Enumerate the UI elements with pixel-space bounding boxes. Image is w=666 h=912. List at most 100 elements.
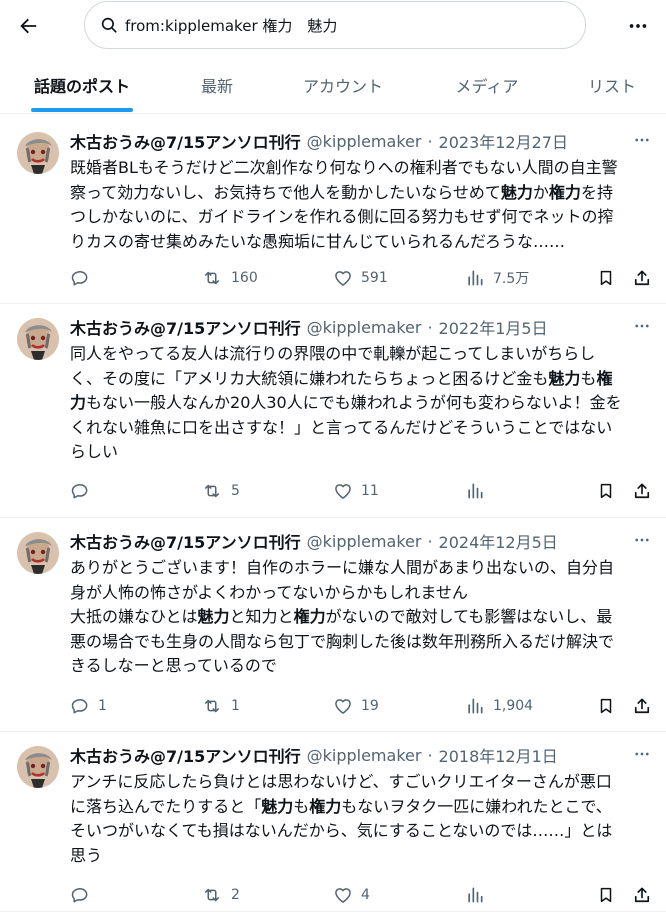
- tab-lists[interactable]: リスト: [574, 56, 650, 114]
- highlighted-term: 権力: [293, 607, 326, 626]
- text-segment: と知力と: [229, 607, 294, 626]
- post-text-line: く、その度に「アメリカ大統領に嫌われたらちょっと困るけど金も魅力も権: [70, 367, 650, 392]
- share-button[interactable]: [632, 263, 652, 293]
- reply-button[interactable]: [70, 880, 90, 910]
- author-name[interactable]: 木古おうみ@7/15アンソロ刊行: [70, 315, 301, 339]
- text-segment: アンチに反応したら負けとは思わないけど、すごいクリエイターさんが悪口: [70, 772, 612, 791]
- author-name[interactable]: 木古おうみ@7/15アンソロ刊行: [70, 529, 301, 553]
- text-segment: 悪の場合でも生身の人間なら包丁で胸刺した後は数年刑務所入るだけ解決で: [70, 631, 615, 651]
- share-button[interactable]: [632, 691, 652, 721]
- like-button[interactable]: 19: [333, 691, 379, 721]
- views-button[interactable]: [465, 880, 485, 910]
- search-input[interactable]: from:kipplemaker 権力 魅力: [84, 1, 586, 49]
- post-date[interactable]: 2024年12月5日: [439, 529, 558, 553]
- bookmark-button[interactable]: [597, 263, 615, 293]
- text-segment: きるしなーと思っているので: [70, 656, 277, 675]
- post-card[interactable]: 木古おうみ@7/15アンソロ刊行 @kipplemaker · 2022年1月5日同人…: [0, 304, 666, 518]
- text-segment: 察って効力ないし、お気持ちで他人を動かしたいならせめて: [70, 182, 501, 202]
- like-count: 4: [361, 887, 370, 903]
- text-segment: ありがとうございます！自作のホラーに嫌な人間があまり出ないの、自分自: [70, 558, 615, 577]
- author-handle[interactable]: @kipplemaker: [307, 318, 422, 337]
- author-name[interactable]: 木古おうみ@7/15アンソロ刊行: [70, 743, 301, 767]
- repost-button[interactable]: 5: [201, 476, 240, 506]
- avatar[interactable]: [17, 318, 59, 360]
- share-icon: [632, 885, 652, 905]
- views-count: 1,904: [493, 698, 534, 714]
- bookmark-button[interactable]: [597, 476, 615, 506]
- text-segment: く、その度に「アメリカ大統領に嫌われたらちょっと困るけど金も: [70, 368, 549, 388]
- reply-icon: [70, 481, 90, 501]
- author-handle[interactable]: @kipplemaker: [307, 746, 422, 765]
- repost-icon: [201, 268, 223, 288]
- share-button[interactable]: [632, 476, 652, 506]
- repost-count: 160: [231, 270, 258, 286]
- heart-icon: [333, 885, 353, 905]
- text-segment: くれない雑魚に口を出さすな！」と言ってるんだけどそういうことではない: [70, 417, 613, 437]
- text-segment: も: [580, 368, 597, 388]
- text-segment: らしい: [70, 442, 119, 461]
- text-segment: 同人をやってる友人は流行りの界隈の中で軋轢が起こってしまいがちらし: [70, 344, 596, 363]
- search-header: from:kipplemaker 権力 魅力: [0, 0, 666, 52]
- avatar[interactable]: [17, 132, 59, 174]
- author-handle[interactable]: @kipplemaker: [307, 532, 422, 551]
- like-count: 19: [361, 698, 379, 714]
- views-button[interactable]: 7.5万: [465, 263, 529, 293]
- author-name[interactable]: 木古おうみ@7/15アンソロ刊行: [70, 129, 301, 153]
- share-button[interactable]: [632, 880, 652, 910]
- post-card[interactable]: 木古おうみ@7/15アンソロ刊行 @kipplemaker · 2018年12月1日ア…: [0, 732, 666, 912]
- post-card[interactable]: 木古おうみ@7/15アンソロ刊行 @kipplemaker · 2024年12月5日あ…: [0, 518, 666, 732]
- post-more-button[interactable]: [630, 744, 654, 764]
- more-horizontal-icon: [635, 538, 649, 542]
- tab-latest[interactable]: 最新: [180, 56, 254, 114]
- author-handle[interactable]: @kipplemaker: [307, 132, 422, 151]
- post-text-line: 悪の場合でも生身の人間なら包丁で胸刺した後は数年刑務所入るだけ解決で: [70, 630, 650, 655]
- back-button[interactable]: [10, 8, 46, 44]
- like-button[interactable]: 11: [333, 476, 379, 506]
- avatar[interactable]: [17, 746, 59, 788]
- bookmark-icon: [597, 696, 615, 716]
- search-query-text: from:kipplemaker 権力 魅力: [125, 16, 338, 35]
- text-segment: りカスの寄せ集めみたいな愚痴垢に甘んじていられるんだろうな……: [70, 231, 566, 251]
- tab-top[interactable]: 話題のポスト: [22, 56, 142, 114]
- views-button[interactable]: [465, 476, 485, 506]
- avatar[interactable]: [17, 532, 59, 574]
- post-actions: 1 1 19 1,904: [0, 691, 666, 721]
- share-icon: [632, 481, 652, 501]
- repost-icon: [201, 696, 223, 716]
- post-more-button[interactable]: [630, 130, 654, 150]
- post-text: 同人をやってる友人は流行りの界隈の中で軋轢が起こってしまいがちらし く、その度に「…: [70, 342, 650, 465]
- tab-media[interactable]: メディア: [442, 56, 532, 114]
- views-button[interactable]: 1,904: [465, 691, 533, 721]
- reply-button[interactable]: [70, 476, 90, 506]
- post-date[interactable]: 2018年12月1日: [439, 743, 558, 767]
- tab-accounts[interactable]: アカウント: [286, 56, 400, 114]
- repost-button[interactable]: 1: [201, 691, 240, 721]
- post-date[interactable]: 2022年1月5日: [439, 315, 548, 339]
- bookmark-button[interactable]: [597, 880, 615, 910]
- more-horizontal-icon: [635, 138, 649, 142]
- heart-icon: [333, 696, 353, 716]
- post-card[interactable]: 木古おうみ@7/15アンソロ刊行 @kipplemaker · 2023年12月27日…: [0, 118, 666, 304]
- post-more-button[interactable]: [630, 316, 654, 336]
- share-icon: [632, 268, 652, 288]
- post-date[interactable]: 2023年12月27日: [439, 129, 568, 153]
- highlighted-term: 魅力: [197, 607, 230, 626]
- post-text: 既婚者BLもそうだけど二次創作なり何なりへの権利者でもない人間の自主警 察って効力…: [70, 156, 650, 254]
- post-text-line: 同人をやってる友人は流行りの界隈の中で軋轢が起こってしまいがちらし: [70, 342, 650, 367]
- repost-icon: [201, 481, 223, 501]
- reply-button[interactable]: [70, 263, 90, 293]
- reply-button[interactable]: 1: [70, 691, 107, 721]
- post-text-line: 大抵の嫌なひとは魅力と知力と権力がないので敵対しても影響はないし、最: [70, 605, 650, 630]
- separator-dot: ·: [427, 317, 433, 337]
- repost-button[interactable]: 2: [201, 880, 240, 910]
- separator-dot: ·: [427, 131, 433, 151]
- post-text-line: 既婚者BLもそうだけど二次創作なり何なりへの権利者でもない人間の自主警: [70, 156, 650, 181]
- repost-button[interactable]: 160: [201, 263, 258, 293]
- like-button[interactable]: 591: [333, 263, 388, 293]
- bookmark-button[interactable]: [597, 691, 615, 721]
- post-text-line: つしかないのに、ガイドラインを作れる側に回る努力もせず何でネットの搾: [70, 205, 650, 230]
- post-text-line: くれない雑魚に口を出さすな！」と言ってるんだけどそういうことではない: [70, 416, 650, 441]
- more-options-button[interactable]: [620, 8, 656, 44]
- post-more-button[interactable]: [630, 530, 654, 550]
- like-button[interactable]: 4: [333, 880, 370, 910]
